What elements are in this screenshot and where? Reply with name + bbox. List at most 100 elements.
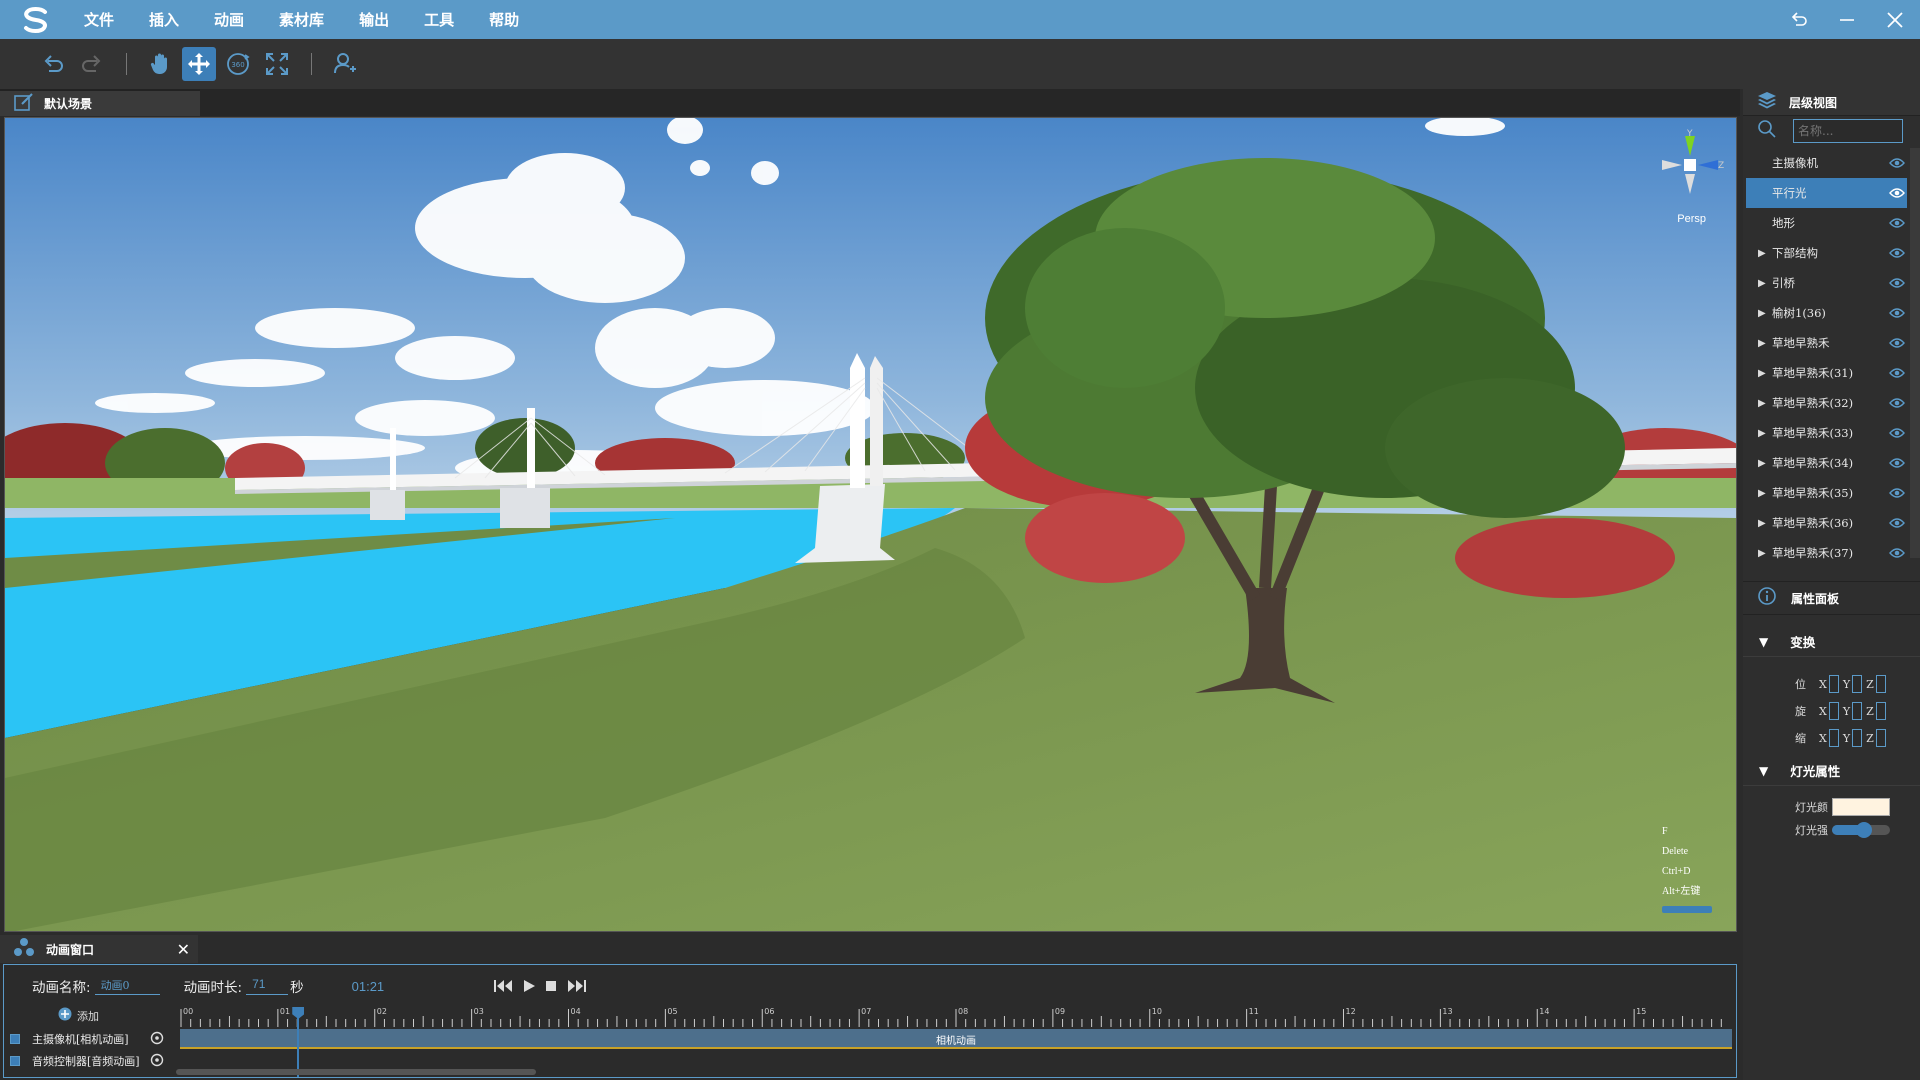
- eye-icon[interactable]: [1889, 337, 1905, 352]
- axis-value-input[interactable]: [1852, 729, 1863, 747]
- slider-thumb[interactable]: [1855, 822, 1872, 838]
- transform-section-header[interactable]: ▼ 变换: [1743, 627, 1920, 657]
- hierarchy-item[interactable]: 平行光: [1746, 178, 1907, 208]
- expand-arrow-icon[interactable]: ▶: [1758, 338, 1766, 349]
- axis-value-input[interactable]: [1852, 675, 1863, 693]
- hierarchy-item[interactable]: ▶ 下部结构: [1746, 238, 1907, 268]
- light-color-swatch[interactable]: [1832, 798, 1890, 816]
- expand-arrow-icon[interactable]: ▶: [1758, 488, 1766, 499]
- menu-help[interactable]: 帮助: [489, 9, 519, 30]
- move-icon[interactable]: [182, 47, 216, 81]
- menu-file[interactable]: 文件: [84, 9, 114, 30]
- hierarchy-search-input[interactable]: [1793, 119, 1903, 143]
- 3d-viewport[interactable]: Y Z Persp F Delete Ctrl+D Alt+左键: [4, 117, 1737, 932]
- eye-icon[interactable]: [1889, 367, 1905, 382]
- hierarchy-item[interactable]: ▶ 草地早熟禾(31): [1746, 358, 1907, 388]
- track-row-audio[interactable]: 音频控制器[音频动画]: [10, 1051, 170, 1071]
- stop-icon[interactable]: [544, 979, 558, 993]
- animation-title: 动画窗口: [46, 942, 95, 957]
- eye-icon[interactable]: [1889, 457, 1905, 472]
- play-icon[interactable]: [522, 979, 536, 993]
- eye-icon[interactable]: [1889, 547, 1905, 562]
- hierarchy-item[interactable]: ▶ 草地早熟禾(32): [1746, 388, 1907, 418]
- menu-insert[interactable]: 插入: [149, 9, 179, 30]
- eye-icon[interactable]: [1889, 397, 1905, 412]
- eye-icon[interactable]: [1889, 307, 1905, 322]
- track-checkbox[interactable]: [10, 1034, 20, 1044]
- expand-arrow-icon[interactable]: ▶: [1758, 428, 1766, 439]
- animation-tab[interactable]: 动画窗口 ✕: [0, 935, 198, 963]
- axis-value-input[interactable]: [1875, 702, 1886, 720]
- hierarchy-item[interactable]: ▶ 引桥: [1746, 268, 1907, 298]
- redo-icon[interactable]: [75, 47, 109, 81]
- shortcut-focus: F: [1662, 826, 1668, 837]
- minimize-icon[interactable]: [1836, 9, 1858, 31]
- expand-arrow-icon[interactable]: ▶: [1758, 458, 1766, 469]
- eye-icon[interactable]: [1889, 187, 1905, 202]
- rotate-360-icon[interactable]: 360: [221, 47, 255, 81]
- menu-animation[interactable]: 动画: [214, 9, 244, 30]
- target-icon[interactable]: [150, 1031, 164, 1048]
- expand-arrow-icon[interactable]: ▶: [1758, 398, 1766, 409]
- fit-view-icon[interactable]: [260, 47, 294, 81]
- skip-end-icon[interactable]: [566, 979, 587, 993]
- eye-icon[interactable]: [1889, 427, 1905, 442]
- hierarchy-scrollbar[interactable]: [1910, 148, 1920, 558]
- hierarchy-item[interactable]: ▶ 草地早熟禾(34): [1746, 448, 1907, 478]
- restore-icon[interactable]: [1788, 9, 1810, 31]
- shortcut-orbit: Alt+左键: [1662, 886, 1701, 897]
- eye-icon[interactable]: [1889, 517, 1905, 532]
- hierarchy-item[interactable]: ▶ 榆树1(36): [1746, 298, 1907, 328]
- hierarchy-item-label: 草地早熟禾(32): [1772, 396, 1854, 410]
- light-section-header[interactable]: ▼ 灯光属性: [1743, 756, 1920, 786]
- animation-name-input[interactable]: 动画0: [94, 977, 160, 995]
- track-checkbox[interactable]: [10, 1056, 20, 1066]
- undo-icon[interactable]: [36, 47, 70, 81]
- eye-icon[interactable]: [1889, 157, 1905, 172]
- expand-arrow-icon[interactable]: ▶: [1758, 548, 1766, 559]
- menu-output[interactable]: 输出: [359, 9, 389, 30]
- menu-asset-library[interactable]: 素材库: [279, 9, 324, 30]
- add-track-button[interactable]: 添加: [58, 1007, 99, 1024]
- hierarchy-item[interactable]: 地形: [1746, 208, 1907, 238]
- hierarchy-item[interactable]: ▶ 草地早熟禾(33): [1746, 418, 1907, 448]
- projection-label[interactable]: Persp: [1677, 213, 1706, 225]
- hierarchy-item[interactable]: ▶ 草地早熟禾(36): [1746, 508, 1907, 538]
- light-intensity-slider[interactable]: [1832, 822, 1890, 838]
- hierarchy-item[interactable]: ▶ 草地早熟禾(35): [1746, 478, 1907, 508]
- axis-value-input[interactable]: [1828, 702, 1839, 720]
- hierarchy-item[interactable]: ▶ 草地早熟禾: [1746, 328, 1907, 358]
- animation-duration-input[interactable]: 71: [246, 977, 289, 995]
- eye-icon[interactable]: [1889, 277, 1905, 292]
- close-icon[interactable]: ✕: [177, 940, 190, 959]
- axis-value-input[interactable]: [1852, 702, 1863, 720]
- expand-arrow-icon[interactable]: ▶: [1758, 248, 1766, 259]
- axis-value-input[interactable]: [1828, 675, 1839, 693]
- menu-tools[interactable]: 工具: [424, 9, 454, 30]
- timeline-ruler[interactable]: 00 01 02 03 04 05 06 07 08 09 10 11 12 13 14 15: [179, 1005, 1734, 1029]
- expand-arrow-icon[interactable]: ▶: [1758, 368, 1766, 379]
- target-icon[interactable]: [150, 1053, 164, 1070]
- skip-start-icon[interactable]: [494, 979, 514, 993]
- axis-value-input[interactable]: [1875, 729, 1886, 747]
- eye-icon[interactable]: [1889, 217, 1905, 232]
- hierarchy-item[interactable]: ▶ 草地早熟禾(37): [1746, 538, 1907, 568]
- axis-value-input[interactable]: [1875, 675, 1886, 693]
- axis-value-input[interactable]: [1828, 729, 1839, 747]
- shortcut-delete: Delete: [1662, 846, 1689, 857]
- shortcut-toggle[interactable]: [1662, 906, 1712, 913]
- expand-arrow-icon[interactable]: ▶: [1758, 278, 1766, 289]
- close-icon[interactable]: [1884, 9, 1906, 31]
- hierarchy-item[interactable]: 主摄像机: [1746, 148, 1907, 178]
- timeline-scrollbar[interactable]: [176, 1069, 536, 1075]
- expand-arrow-icon[interactable]: ▶: [1758, 518, 1766, 529]
- hand-icon[interactable]: [143, 47, 177, 81]
- add-person-icon[interactable]: [328, 47, 362, 81]
- expand-arrow-icon[interactable]: ▶: [1758, 308, 1766, 319]
- camera-animation-clip[interactable]: 相机动画: [180, 1029, 1732, 1049]
- eye-icon[interactable]: [1889, 487, 1905, 502]
- scene-tab[interactable]: 默认场景: [0, 89, 200, 116]
- light-color-row: 灯光颜: [1795, 797, 1890, 817]
- eye-icon[interactable]: [1889, 247, 1905, 262]
- track-row-camera[interactable]: 主摄像机[相机动画]: [10, 1029, 170, 1049]
